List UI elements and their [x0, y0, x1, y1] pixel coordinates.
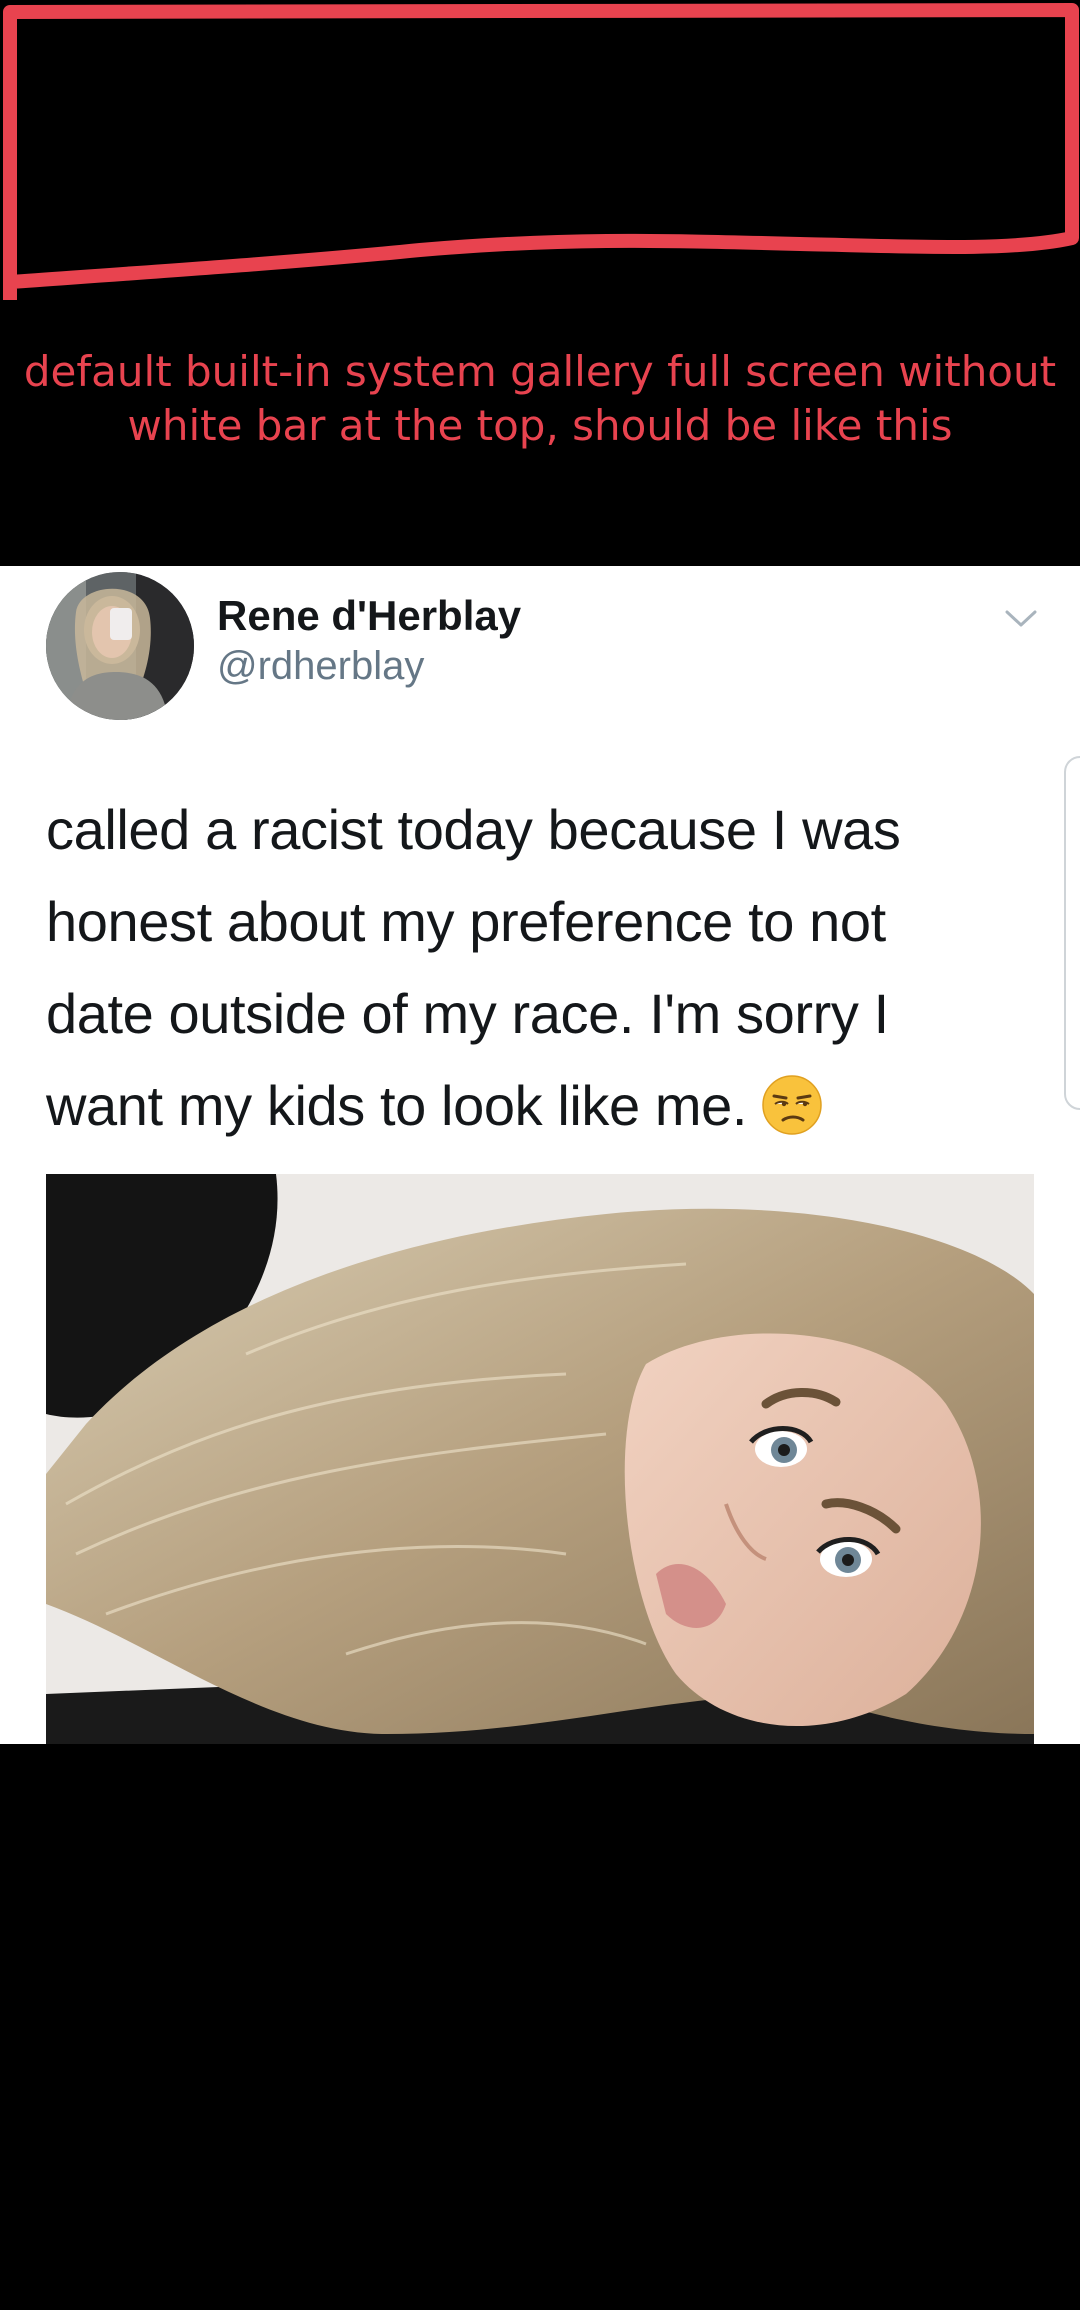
unamused-face-icon — [762, 1075, 822, 1135]
tweet-text-line: date outside of my race. I'm sorry I — [46, 982, 889, 1045]
tweet-card: Rene d'Herblay @rdherblay called a racis… — [0, 566, 1080, 1744]
tweet-text-line: want my kids to look like me. — [46, 1074, 748, 1137]
tweet-photo[interactable] — [46, 1174, 1034, 1744]
side-panel-edge — [1064, 756, 1080, 1110]
selfie-image — [46, 1174, 1034, 1744]
tweet-text-line: honest about my preference to not — [46, 890, 886, 953]
display-name[interactable]: Rene d'Herblay — [217, 592, 521, 640]
annotation-outline — [3, 3, 1079, 300]
avatar[interactable] — [46, 572, 194, 720]
annotation-text: default built-in system gallery full scr… — [23, 347, 1057, 450]
tweet-text-line: called a racist today because I was — [46, 798, 901, 861]
avatar-photo — [46, 572, 194, 720]
handle[interactable]: @rdherblay — [217, 644, 424, 689]
chevron-down-icon[interactable] — [1003, 606, 1039, 630]
tweet-text: called a racist today because I was hone… — [46, 784, 1006, 1152]
